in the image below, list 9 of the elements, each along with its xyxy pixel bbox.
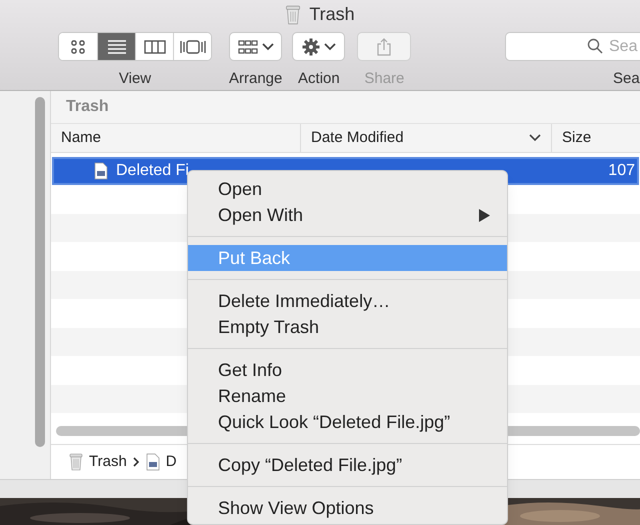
folder-title: Trash [66, 97, 109, 117]
toolbar-label: View [118, 69, 152, 89]
file-size: 107 [608, 161, 636, 181]
toolbar-label: Arrange [229, 69, 282, 89]
toolbar-label: Sea [613, 69, 640, 89]
toolbar-label: Share [364, 69, 404, 89]
window-title: Trash [309, 3, 355, 26]
file-name: Deleted Fi [116, 161, 189, 181]
toolbar-label: Action [298, 69, 340, 89]
